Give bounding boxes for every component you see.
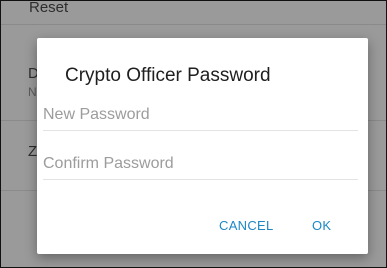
password-dialog: Crypto Officer Password CANCEL OK: [37, 38, 368, 254]
list-item-reset[interactable]: Reset: [1, 0, 386, 25]
list-item-title: Reset: [29, 0, 69, 16]
screen-frame: Reset D N Z Crypto Officer Password CANC…: [0, 0, 387, 268]
confirm-password-input[interactable]: [43, 150, 358, 178]
dialog-title: Crypto Officer Password: [65, 65, 271, 86]
cancel-button[interactable]: CANCEL: [219, 214, 274, 236]
ok-button[interactable]: OK: [312, 214, 331, 236]
new-password-input[interactable]: [43, 101, 358, 129]
confirm-password-field: [43, 150, 358, 180]
list-item-subtitle: N: [28, 85, 37, 99]
new-password-field: [43, 101, 358, 131]
list-item-title: Z: [28, 143, 38, 160]
